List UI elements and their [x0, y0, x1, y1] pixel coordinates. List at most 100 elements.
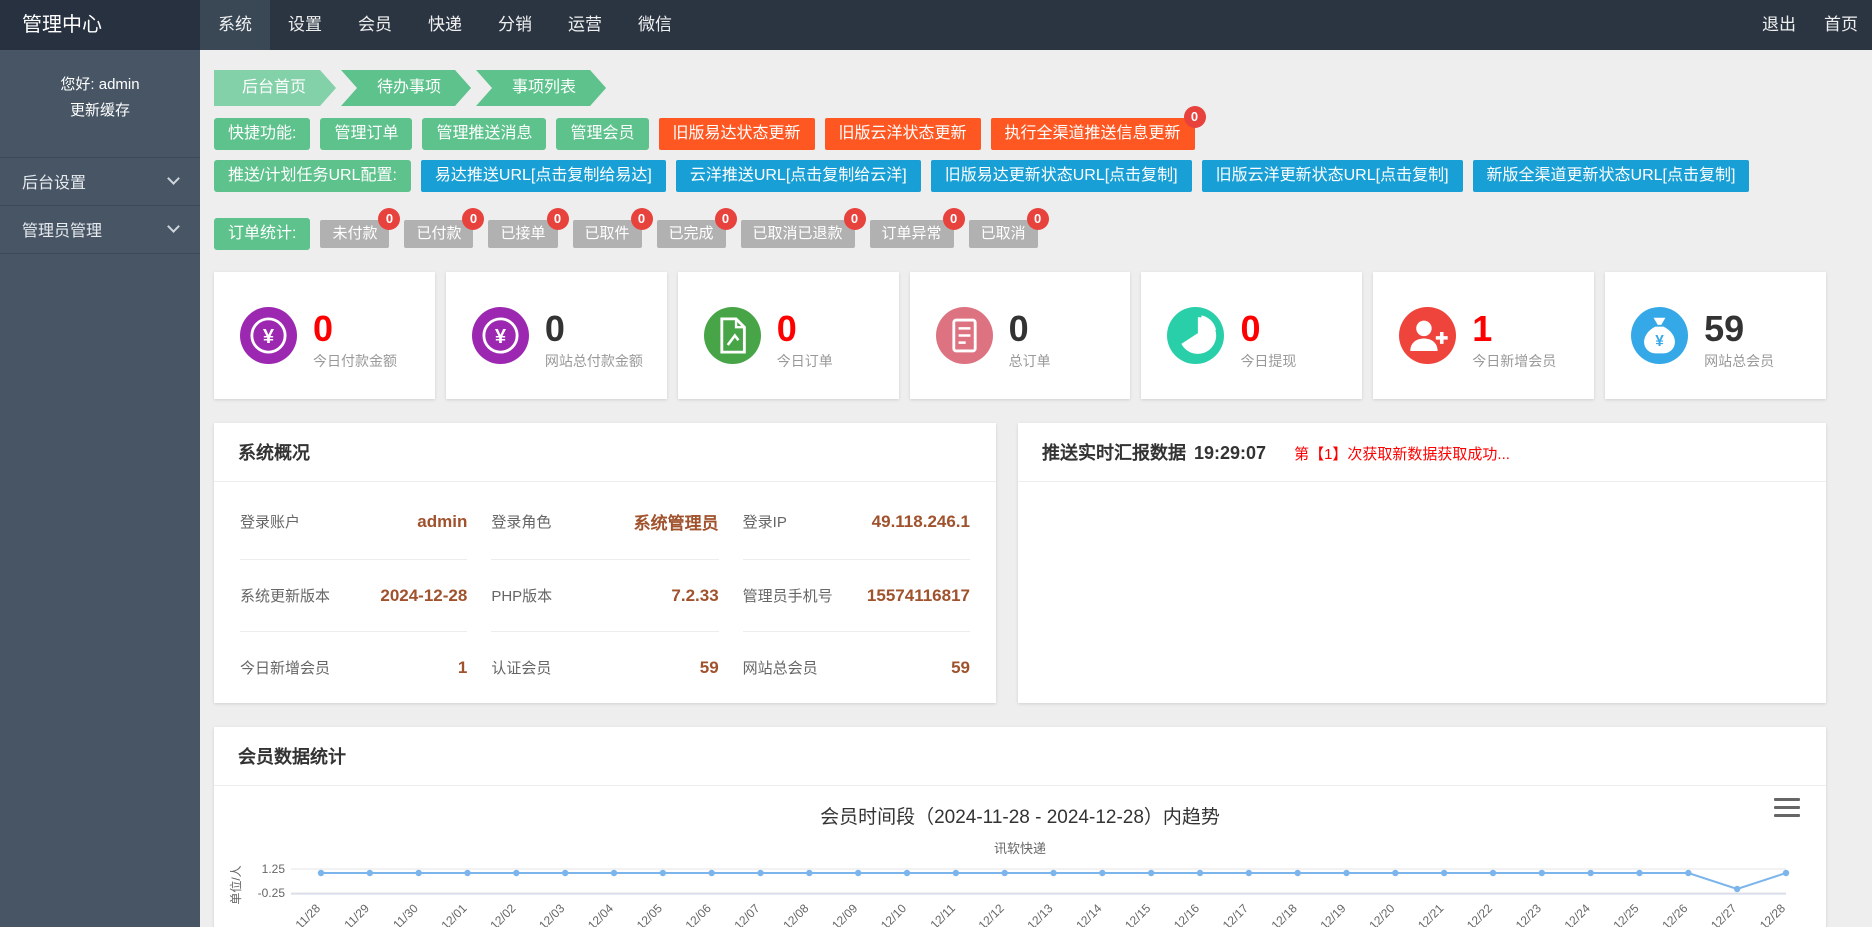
stat-card: 0今日提现: [1141, 272, 1362, 399]
count-badge: 0: [378, 208, 400, 230]
stat-card: 0 今日订单: [678, 272, 899, 399]
copy-url-button[interactable]: 云洋推送URL[点击复制给云洋]: [676, 160, 921, 192]
order-status-chip[interactable]: 已取消0: [969, 220, 1038, 248]
svg-text:12/19: 12/19: [1317, 901, 1348, 927]
quick-action-button[interactable]: 管理订单: [320, 118, 412, 150]
order-status-chip[interactable]: 已付款0: [404, 220, 473, 248]
copy-url-button[interactable]: 易达推送URL[点击复制给易达]: [421, 160, 666, 192]
stat-card-label: 今日订单: [777, 351, 833, 371]
breadcrumb-item[interactable]: 事项列表: [476, 70, 606, 106]
system-overview-title: 系统概况: [214, 423, 996, 482]
quick-action-button[interactable]: 管理会员: [556, 118, 648, 150]
status-update-button[interactable]: 旧版云洋状态更新: [825, 118, 981, 150]
system-cell-value: 15574116817: [867, 586, 970, 606]
nav-item-微信[interactable]: 微信: [620, 0, 690, 50]
push-report-panel: 推送实时汇报数据19:29:07第【1】次获取新数据获取成功...: [1018, 423, 1826, 703]
system-cell: 登录账户admin: [240, 484, 467, 560]
system-cell-label: 管理员手机号: [743, 585, 833, 606]
sidebar-item-label: 后台设置: [22, 169, 86, 193]
svg-text:12/27: 12/27: [1708, 901, 1739, 927]
order-status-chip[interactable]: 已接单0: [488, 220, 557, 248]
nav-right-item[interactable]: 首页: [1810, 0, 1872, 50]
nav-right-items: 退出首页: [1748, 0, 1872, 50]
system-cell-label: 网站总会员: [743, 657, 818, 678]
count-badge: 0: [1184, 106, 1206, 128]
list-icon: [936, 307, 993, 364]
order-status-chip[interactable]: 已取件0: [573, 220, 642, 248]
order-status-chip[interactable]: 已完成0: [657, 220, 726, 248]
sidebar-item-管理员管理[interactable]: 管理员管理: [0, 206, 200, 254]
push-config-row: 推送/计划任务URL配置:易达推送URL[点击复制给易达]云洋推送URL[点击复…: [214, 160, 1826, 192]
breadcrumb-item[interactable]: 待办事项: [341, 70, 471, 106]
svg-text:12/24: 12/24: [1562, 901, 1593, 927]
nav-item-设置[interactable]: 设置: [270, 0, 340, 50]
stat-card-value: 0: [1240, 310, 1296, 348]
svg-text:¥: ¥: [1655, 333, 1664, 350]
system-cell-label: 系统更新版本: [240, 585, 330, 606]
system-row: 登录账户admin 登录角色系统管理员登录IP49.118.246.1: [228, 484, 982, 560]
system-cell-value: 系统管理员: [634, 509, 719, 534]
quick-action-button[interactable]: 管理推送消息: [422, 118, 546, 150]
status-update-button[interactable]: 旧版易达状态更新: [659, 118, 815, 150]
nav-item-会员[interactable]: 会员: [340, 0, 410, 50]
stat-card-body: 0网站总付款金额: [545, 300, 643, 371]
order-status-chip[interactable]: 已取消已退款0: [741, 220, 855, 248]
nav-right-item[interactable]: 退出: [1748, 0, 1810, 50]
push-report-time: 19:29:07: [1194, 443, 1266, 463]
system-cell-label: 登录IP: [743, 511, 787, 532]
system-cell: 登录IP49.118.246.1: [743, 484, 970, 560]
chart-menu-icon[interactable]: [1774, 798, 1800, 817]
svg-text:1.25: 1.25: [262, 862, 286, 876]
svg-text:12/06: 12/06: [683, 901, 714, 927]
system-cell: 网站总会员 59: [743, 632, 970, 703]
system-cell-label: PHP版本: [491, 585, 552, 606]
nav-item-分销[interactable]: 分销: [480, 0, 550, 50]
svg-text:12/02: 12/02: [487, 901, 518, 927]
breadcrumb-item[interactable]: 后台首页: [214, 70, 336, 106]
nav-item-系统[interactable]: 系统: [200, 0, 270, 50]
copy-url-button[interactable]: 新版全渠道更新状态URL[点击复制]: [1473, 160, 1750, 192]
order-status-chip[interactable]: 订单异常0: [870, 220, 954, 248]
stat-card-body: 0 今日订单: [777, 300, 833, 371]
nav-item-快递[interactable]: 快递: [410, 0, 480, 50]
member-stats-panel: 会员数据统计 会员时间段（2024-11-28 - 2024-12-28）内趋势…: [214, 727, 1826, 927]
breadcrumb: 后台首页待办事项事项列表: [214, 70, 1826, 106]
quick-actions-label: 快捷功能:: [214, 118, 310, 150]
system-cell: 系统更新版本2024-12-28: [240, 560, 467, 632]
svg-text:12/03: 12/03: [536, 901, 567, 927]
pie-chart-icon: [1167, 307, 1224, 364]
chevron-down-icon: [167, 220, 180, 233]
stat-card-body: 0总订单: [1009, 300, 1051, 371]
main-area: 后台首页待办事项事项列表 快捷功能: 管理订单管理推送消息管理会员旧版易达状态更新…: [200, 50, 1872, 927]
sidebar-item-label: 管理员管理: [22, 217, 102, 241]
svg-text:单位/人: 单位/人: [228, 865, 243, 904]
svg-text:12/18: 12/18: [1269, 901, 1300, 927]
stat-card-value: 0: [1009, 310, 1051, 348]
user-greeting: 您好: admin: [0, 72, 200, 98]
stat-card-label: 今日付款金额: [313, 351, 397, 371]
system-cell: 今日新增会员1: [240, 632, 467, 703]
svg-text:12/20: 12/20: [1366, 901, 1397, 927]
svg-text:12/10: 12/10: [878, 901, 909, 927]
system-overview-table: 登录账户admin 登录角色系统管理员登录IP49.118.246.1 系统更新版本…: [214, 482, 996, 705]
chevron-down-icon: [167, 172, 180, 185]
svg-text:11/29: 11/29: [341, 901, 372, 927]
stat-card-label: 网站总付款金额: [545, 351, 643, 371]
copy-url-button[interactable]: 旧版云洋更新状态URL[点击复制]: [1202, 160, 1463, 192]
stat-card-value: 0: [777, 310, 833, 348]
refresh-cache-link[interactable]: 更新缓存: [0, 98, 200, 124]
system-cell-value: 59: [951, 658, 970, 678]
order-status-chip[interactable]: 未付款0: [320, 220, 389, 248]
status-update-button[interactable]: 执行全渠道推送信息更新0: [991, 118, 1195, 150]
sidebar-item-后台设置[interactable]: 后台设置: [0, 158, 200, 206]
user-add-icon: [1399, 307, 1456, 364]
nav-item-运营[interactable]: 运营: [550, 0, 620, 50]
system-cell: 登录角色系统管理员: [491, 484, 718, 560]
stat-card-label: 今日新增会员: [1472, 351, 1556, 371]
copy-url-button[interactable]: 旧版易达更新状态URL[点击复制]: [931, 160, 1192, 192]
app-title: 管理中心: [0, 0, 200, 50]
svg-text:12/11: 12/11: [927, 901, 958, 927]
count-badge: 0: [1027, 208, 1049, 230]
stat-card-body: 0今日提现: [1240, 300, 1296, 371]
svg-text:12/12: 12/12: [976, 901, 1007, 927]
